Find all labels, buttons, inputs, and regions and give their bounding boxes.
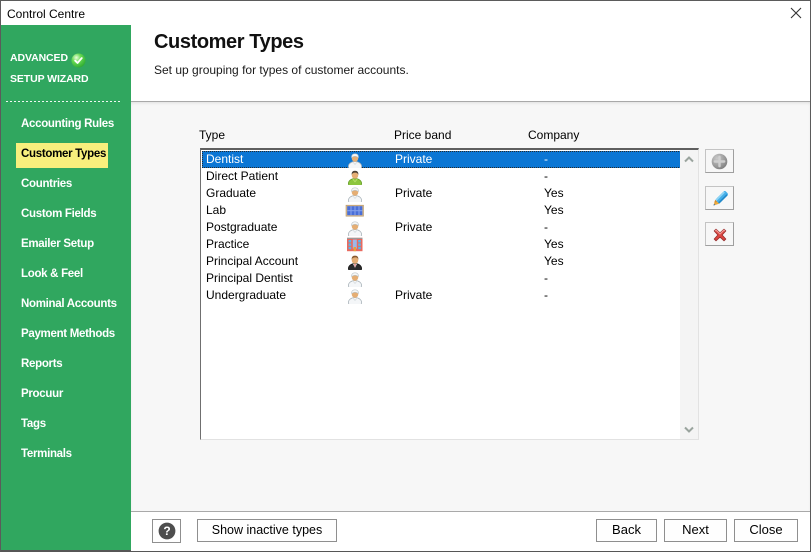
svg-text:?: ? [163, 524, 170, 538]
